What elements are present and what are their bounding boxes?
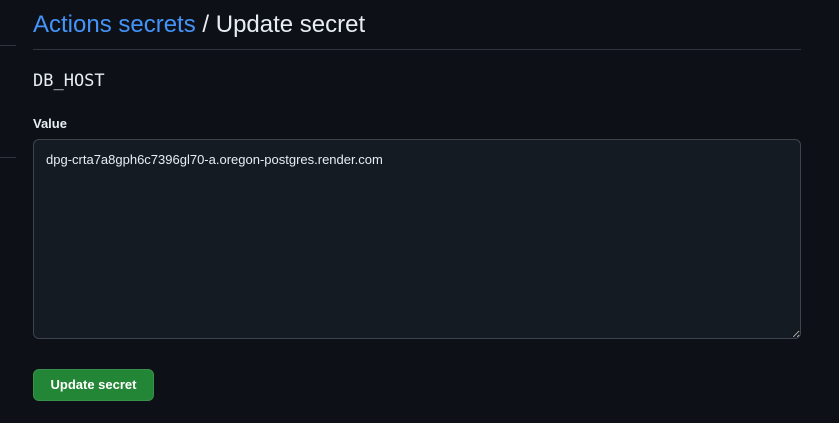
breadcrumb: Actions secrets / Update secret <box>33 10 801 40</box>
breadcrumb-separator: / <box>195 11 216 38</box>
secret-name: DB_HOST <box>33 71 105 91</box>
left-divider <box>0 157 16 158</box>
page-title: Update secret <box>215 11 366 38</box>
page-header: Actions secrets / Update secret <box>33 10 801 50</box>
value-label: Value <box>33 116 67 131</box>
breadcrumb-actions-secrets-link[interactable]: Actions secrets <box>33 11 196 38</box>
secret-value-textarea[interactable]: dpg-crta7a8gph6c7396gl70-a.oregon-postgr… <box>33 139 801 339</box>
update-secret-page: Actions secrets / Update secret DB_HOST … <box>0 0 839 423</box>
left-divider <box>0 45 16 46</box>
update-secret-button[interactable]: Update secret <box>33 369 154 401</box>
